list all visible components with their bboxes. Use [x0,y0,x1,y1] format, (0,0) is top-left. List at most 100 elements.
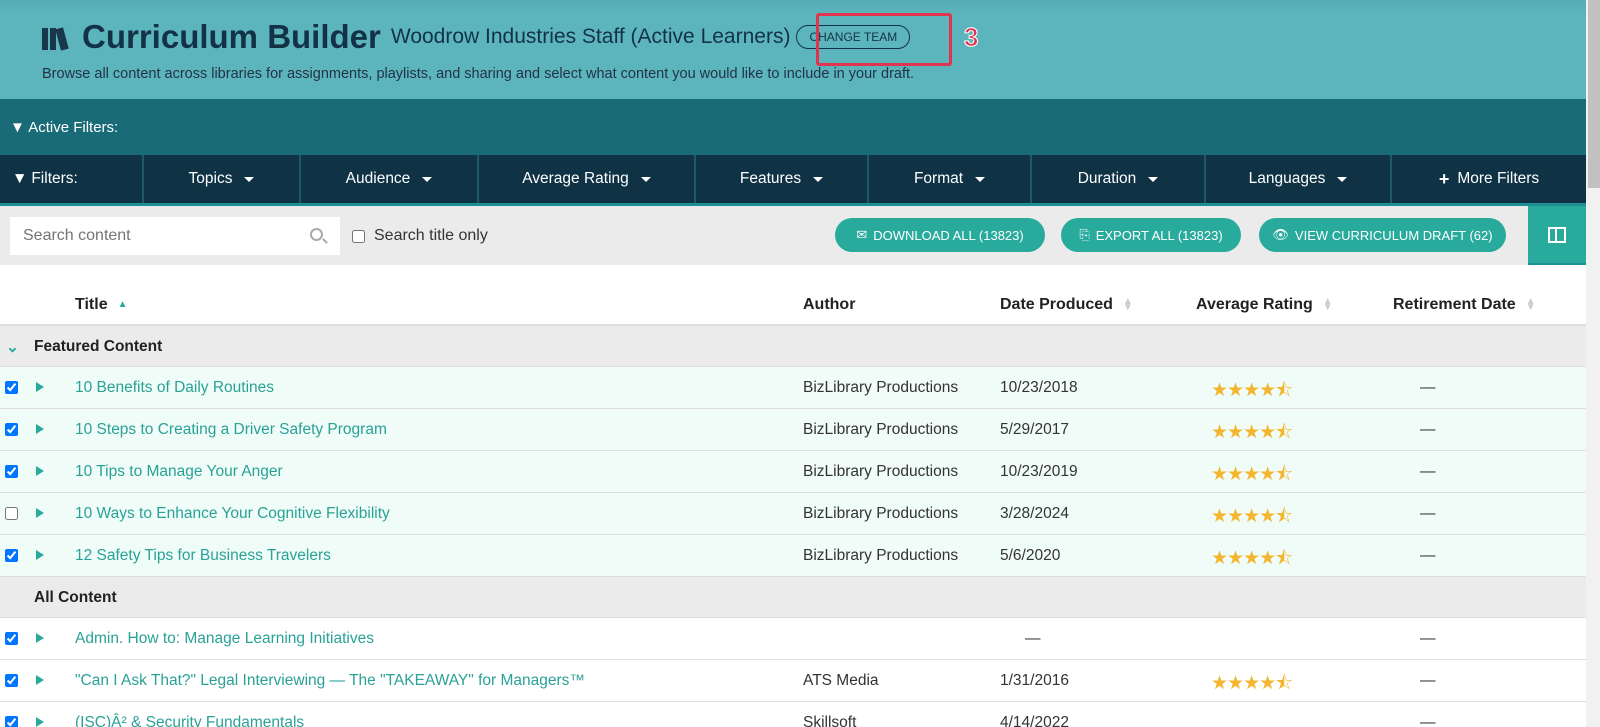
column-layout-button[interactable] [1528,206,1586,265]
star-rating-icon: ★★★★⯪ [1211,464,1293,485]
table-row: 10 Steps to Creating a Driver Safety Pro… [0,409,1586,451]
date-produced: 3/28/2024 [1000,505,1069,522]
retirement-date: — [1420,547,1436,564]
search-input[interactable] [10,217,340,255]
search-title-only-label: Search title only [374,227,488,244]
retirement-date: — [1420,630,1436,647]
change-team-button[interactable]: CHANGE TEAM [796,25,911,49]
date-produced: 5/6/2020 [1000,547,1061,564]
date-produced: 10/23/2019 [1000,463,1078,480]
chevron-down-icon[interactable]: ⌄ [6,338,19,357]
caret-down-icon [244,176,255,182]
sort-icon: ▲ ▼ [1322,295,1333,313]
content-title-link[interactable]: 12 Safety Tips for Business Travelers [75,547,331,565]
row-checkbox[interactable] [5,632,18,645]
star-rating-icon: ★★★★⯪ [1211,673,1293,694]
column-retirement-date[interactable]: Retirement Date ▲ ▼ [1393,296,1536,314]
expand-arrow-icon[interactable] [36,382,44,392]
expand-arrow-icon[interactable] [36,550,44,560]
scrollbar-thumb[interactable] [1588,0,1600,188]
filter-label: Languages [1248,170,1326,187]
filters-label: ▼ Filters: [0,155,144,203]
expand-arrow-icon[interactable] [36,508,44,518]
filter-label: Audience [345,170,411,187]
library-books-icon [42,24,74,51]
caret-down-icon [975,176,986,182]
date-produced: 10/23/2018 [1000,379,1078,396]
caret-down-icon [1337,176,1348,182]
content-title-link[interactable]: 10 Ways to Enhance Your Cognitive Flexib… [75,505,390,523]
table-row: Admin. How to: Manage Learning Initiativ… [0,618,1586,660]
curriculum-builder-page: Curriculum Builder Woodrow Industries St… [0,0,1586,727]
scrollbar[interactable] [1586,0,1600,727]
row-checkbox[interactable] [5,549,18,562]
row-checkbox[interactable] [5,507,18,520]
author: BizLibrary Productions [803,421,959,438]
filter-label: Average Rating [522,170,629,187]
table-header: Title ▲ Author Date Produced ▲ ▼ Average Ra… [0,265,1586,326]
filter-languages[interactable]: Languages [1206,155,1392,203]
content-title-link[interactable]: 10 Benefits of Daily Routines [75,379,274,397]
filter-icon: ▼ [12,170,28,187]
row-checkbox[interactable] [5,465,18,478]
export-icon: ⎘ [1079,227,1090,242]
content-title-link[interactable]: "Can I Ask That?" Legal Interviewing — T… [75,672,585,690]
date-produced: — [1025,630,1041,647]
row-checkbox[interactable] [5,423,18,436]
envelope-icon: ✉ [856,227,868,242]
content-title-link[interactable]: 10 Steps to Creating a Driver Safety Pro… [75,421,387,439]
filters-bar: ▼ Filters: Topics Audience Average Rating… [0,155,1586,206]
column-date-produced[interactable]: Date Produced ▲ ▼ [1000,296,1133,314]
row-checkbox[interactable] [5,674,18,687]
sort-icon: ▲ ▼ [1122,295,1133,313]
filter-topics[interactable]: Topics [144,155,301,203]
column-average-rating[interactable]: Average Rating ▲ ▼ [1196,296,1333,314]
content-title-link[interactable]: (ISC)Â² & Security Fundamentals [75,714,304,727]
view-curriculum-draft-button[interactable]: 👁 VIEW CURRICULUM DRAFT (62) [1259,218,1506,252]
table-row: 10 Ways to Enhance Your Cognitive Flexib… [0,493,1586,535]
page-description: Browse all content across libraries for … [42,66,915,82]
table-row: 10 Tips to Manage Your Anger BizLibrary … [0,451,1586,493]
expand-arrow-icon[interactable] [36,466,44,476]
content-title-link[interactable]: Admin. How to: Manage Learning Initiativ… [75,630,374,648]
group-label: Featured Content [34,338,163,355]
export-all-button[interactable]: ⎘ EXPORT ALL (13823) [1061,218,1241,252]
download-all-button[interactable]: ✉ DOWNLOAD ALL (13823) [835,218,1045,252]
author: ATS Media [803,672,879,689]
expand-arrow-icon[interactable] [36,424,44,434]
expand-arrow-icon[interactable] [36,675,44,685]
annotation-number: 3 [963,22,979,53]
table-row: 12 Safety Tips for Business Travelers Bi… [0,535,1586,577]
column-title[interactable]: Title ▲ [75,296,128,314]
eye-icon: 👁 [1272,227,1289,242]
content-title-link[interactable]: 10 Tips to Manage Your Anger [75,463,283,481]
row-checkbox[interactable] [5,716,18,727]
star-rating-icon: ★★★★⯪ [1211,380,1293,401]
author: BizLibrary Productions [803,379,959,396]
featured-content-group[interactable]: ⌄ Featured Content [0,326,1586,367]
download-label: DOWNLOAD ALL (13823) [873,227,1024,243]
filter-duration[interactable]: Duration [1032,155,1206,203]
search-title-only-checkbox[interactable]: Search title only [352,227,488,245]
export-label: EXPORT ALL (13823) [1095,227,1223,243]
table-row: 10 Benefits of Daily Routines BizLibrary… [0,367,1586,409]
filter-features[interactable]: Features [696,155,869,203]
column-author[interactable]: Author [803,296,855,314]
date-produced: 4/14/2022 [1000,714,1069,727]
star-rating-icon: ★★★★⯪ [1211,422,1293,443]
author: BizLibrary Productions [803,547,959,564]
search-title-only-input[interactable] [352,229,365,243]
star-rating-icon: ★★★★⯪ [1211,548,1293,569]
filter-format[interactable]: Format [869,155,1032,203]
row-checkbox[interactable] [5,381,18,394]
filter-label: Duration [1077,170,1137,187]
filter-icon: ▼ [10,119,29,136]
search-icon[interactable] [310,228,323,241]
filter-average-rating[interactable]: Average Rating [479,155,696,203]
group-label: All Content [34,589,117,606]
filter-audience[interactable]: Audience [301,155,479,203]
more-filters-button[interactable]: + More Filters [1392,155,1586,203]
expand-arrow-icon[interactable] [36,717,44,727]
expand-arrow-icon[interactable] [36,633,44,643]
author: BizLibrary Productions [803,505,959,522]
